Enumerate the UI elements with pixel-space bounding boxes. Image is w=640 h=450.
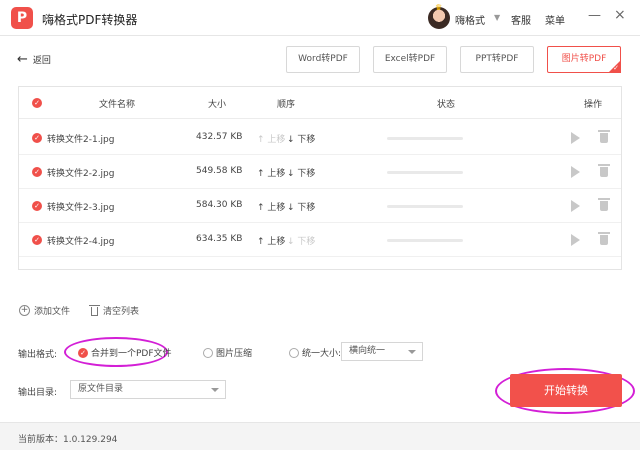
move-down-button[interactable]: ↓ 下移 (287, 166, 315, 179)
menu-button[interactable]: 菜单 (545, 12, 565, 27)
move-down-button[interactable]: ↓ 下移 (287, 132, 315, 145)
output-dir-select[interactable]: 原文件目录 (70, 380, 226, 399)
tab-image-to-pdf[interactable]: 图片转PDF ✓ (547, 46, 621, 73)
header-size: 大小 (208, 100, 227, 110)
play-icon[interactable] (571, 166, 580, 178)
customer-service-link[interactable]: 客服 (511, 12, 531, 27)
row-checkbox[interactable]: ✓ (32, 133, 42, 143)
back-button[interactable]: ← 返回 (17, 51, 51, 67)
play-icon[interactable] (571, 200, 580, 212)
tab-image-to-pdf-label: 图片转PDF (561, 54, 607, 64)
table-row: ✓ 转换文件2-1.jpg 432.57 KB ↑ 上移 ↓ 下移 (19, 121, 621, 155)
trash-icon[interactable] (598, 232, 610, 246)
start-convert-button[interactable]: 开始转换 (510, 374, 622, 407)
tab-word-to-pdf[interactable]: Word转PDF (286, 46, 360, 73)
play-icon[interactable] (571, 132, 580, 144)
close-button[interactable]: × (614, 7, 626, 23)
radio-image-compress-label: 图片压缩 (216, 349, 253, 359)
tab-excel-to-pdf[interactable]: Excel转PDF (373, 46, 447, 73)
back-label: 返回 (32, 56, 51, 66)
file-size: 584.30 KB (196, 200, 243, 210)
progress-bar (387, 171, 463, 174)
radio-checked-icon: ✓ (78, 347, 88, 358)
file-size: 549.58 KB (196, 166, 243, 176)
header-status: 状态 (437, 100, 456, 110)
username[interactable]: 嗨格式 (455, 12, 485, 27)
trash-icon[interactable] (598, 198, 610, 212)
chevron-down-icon (211, 388, 219, 392)
progress-bar (387, 137, 463, 140)
move-up-button[interactable]: ↑ 上移 (257, 234, 285, 247)
check-icon: ✓ (613, 64, 619, 72)
radio-image-compress[interactable]: 图片压缩 (203, 346, 252, 359)
table-row: ✓ 转换文件2-4.jpg 634.35 KB ↑ 上移 ↓ 下移 (19, 223, 621, 257)
status-bar: 当前版本：1.0.129.294 (0, 422, 640, 450)
radio-unchecked-icon (203, 347, 213, 358)
clear-list-label: 清空列表 (103, 307, 140, 317)
progress-bar (387, 239, 463, 242)
header-order: 顺序 (277, 100, 296, 110)
trash-icon[interactable] (598, 164, 610, 178)
crown-icon: ♛ (435, 3, 443, 12)
radio-merge-pdf[interactable]: ✓ 合并到一个PDF文件 (78, 346, 172, 359)
title-bar: P 嗨格式PDF转换器 ♛ 嗨格式 ▼ 客服 菜单 — × (0, 0, 640, 36)
output-dir-label: 输出目录: (18, 388, 58, 398)
clear-list-button[interactable]: 清空列表 (89, 304, 140, 317)
move-up-button[interactable]: ↑ 上移 (257, 166, 285, 179)
user-dropdown-icon[interactable]: ▼ (494, 13, 500, 22)
version-text: 当前版本：1.0.129.294 (18, 435, 118, 445)
move-up-button[interactable]: ↑ 上移 (257, 200, 285, 213)
tab-ppt-to-pdf[interactable]: PPT转PDF (460, 46, 534, 73)
move-up-button[interactable]: ↑ 上移 (257, 132, 285, 145)
radio-unchecked-icon (289, 347, 299, 358)
file-name: 转换文件2-1.jpg (47, 135, 115, 145)
trash-icon (89, 305, 100, 316)
header-action: 操作 (584, 100, 603, 110)
minimize-button[interactable]: — (588, 8, 601, 23)
file-size: 432.57 KB (196, 132, 243, 142)
output-dir-value: 原文件目录 (78, 384, 124, 394)
row-checkbox[interactable]: ✓ (32, 201, 42, 211)
radio-merge-pdf-label: 合并到一个PDF文件 (91, 349, 172, 359)
header-name: 文件名称 (99, 100, 136, 110)
file-name: 转换文件2-4.jpg (47, 237, 115, 247)
radio-unify-size[interactable]: 统一大小: (289, 346, 341, 359)
output-format-label: 输出格式: (18, 350, 58, 360)
unify-size-value: 横向统一 (349, 346, 386, 356)
table-row: ✓ 转换文件2-2.jpg 549.58 KB ↑ 上移 ↓ 下移 (19, 155, 621, 189)
radio-unify-size-label: 统一大小: (302, 349, 342, 359)
trash-icon[interactable] (598, 130, 610, 144)
add-file-label: 添加文件 (34, 307, 71, 317)
file-size: 634.35 KB (196, 234, 243, 244)
file-name: 转换文件2-3.jpg (47, 203, 115, 213)
row-checkbox[interactable]: ✓ (32, 235, 42, 245)
move-down-button[interactable]: ↓ 下移 (287, 200, 315, 213)
play-icon[interactable] (571, 234, 580, 246)
chevron-down-icon (408, 350, 416, 354)
progress-bar (387, 205, 463, 208)
file-table: ✓ 文件名称 大小 顺序 状态 操作 ✓ 转换文件2-1.jpg 432.57 … (18, 86, 622, 270)
file-name: 转换文件2-2.jpg (47, 169, 115, 179)
table-header: ✓ 文件名称 大小 顺序 状态 操作 (19, 87, 621, 119)
table-row: ✓ 转换文件2-3.jpg 584.30 KB ↑ 上移 ↓ 下移 (19, 189, 621, 223)
app-logo-icon: P (11, 7, 33, 29)
move-down-button[interactable]: ↓ 下移 (287, 234, 315, 247)
row-checkbox[interactable]: ✓ (32, 167, 42, 177)
plus-circle-icon: + (19, 305, 30, 316)
back-arrow-icon: ← (17, 51, 28, 67)
add-file-button[interactable]: + 添加文件 (19, 304, 70, 317)
unify-size-select[interactable]: 横向统一 (341, 342, 423, 361)
select-all-checkbox[interactable]: ✓ (32, 98, 42, 108)
app-title: 嗨格式PDF转换器 (42, 13, 138, 27)
